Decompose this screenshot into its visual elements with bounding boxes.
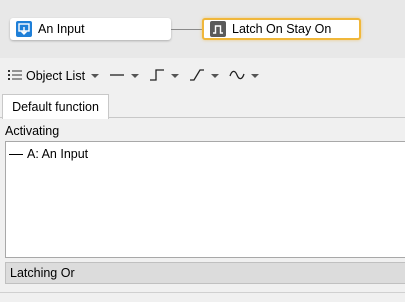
step-edge-icon	[149, 68, 165, 85]
wave-signal-button[interactable]	[229, 65, 269, 87]
latch-node[interactable]: Latch On Stay On	[202, 18, 361, 40]
input-node[interactable]: An Input	[10, 18, 171, 40]
latch-node-label: Latch On Stay On	[232, 22, 332, 36]
step-signal-button[interactable]	[149, 65, 189, 87]
input-block-icon	[16, 21, 32, 37]
ramp-signal-button[interactable]	[189, 65, 229, 87]
activating-list[interactable]: A: An Input	[5, 141, 405, 258]
list-item[interactable]: A: An Input	[9, 147, 88, 161]
activating-label: Activating	[5, 124, 60, 138]
wave-icon	[229, 69, 245, 84]
constant-line-icon	[109, 69, 125, 84]
latching-or-bar[interactable]: Latching Or	[5, 262, 405, 284]
object-list-label: Object List	[26, 69, 86, 83]
object-list-dropdown[interactable]: Object List	[8, 65, 109, 87]
chevron-down-icon	[251, 74, 260, 78]
signal-toolbar: Object List	[0, 60, 405, 92]
chevron-down-icon	[91, 74, 100, 78]
chevron-down-icon	[211, 74, 220, 78]
node-connector	[171, 29, 202, 30]
constant-signal-button[interactable]	[109, 65, 149, 87]
tab-default-function[interactable]: Default function	[2, 94, 109, 119]
input-node-label: An Input	[38, 22, 85, 36]
function-tabs: Default function	[0, 92, 405, 119]
logic-canvas: An Input Latch On Stay On	[0, 0, 405, 58]
constant-line-icon	[9, 153, 23, 155]
ramp-edge-icon	[189, 68, 205, 85]
chevron-down-icon	[171, 74, 180, 78]
chevron-down-icon	[131, 74, 140, 78]
divider	[0, 292, 405, 293]
list-item-label: A: An Input	[27, 147, 89, 161]
latch-pulse-icon	[210, 21, 226, 37]
list-icon	[8, 69, 22, 84]
